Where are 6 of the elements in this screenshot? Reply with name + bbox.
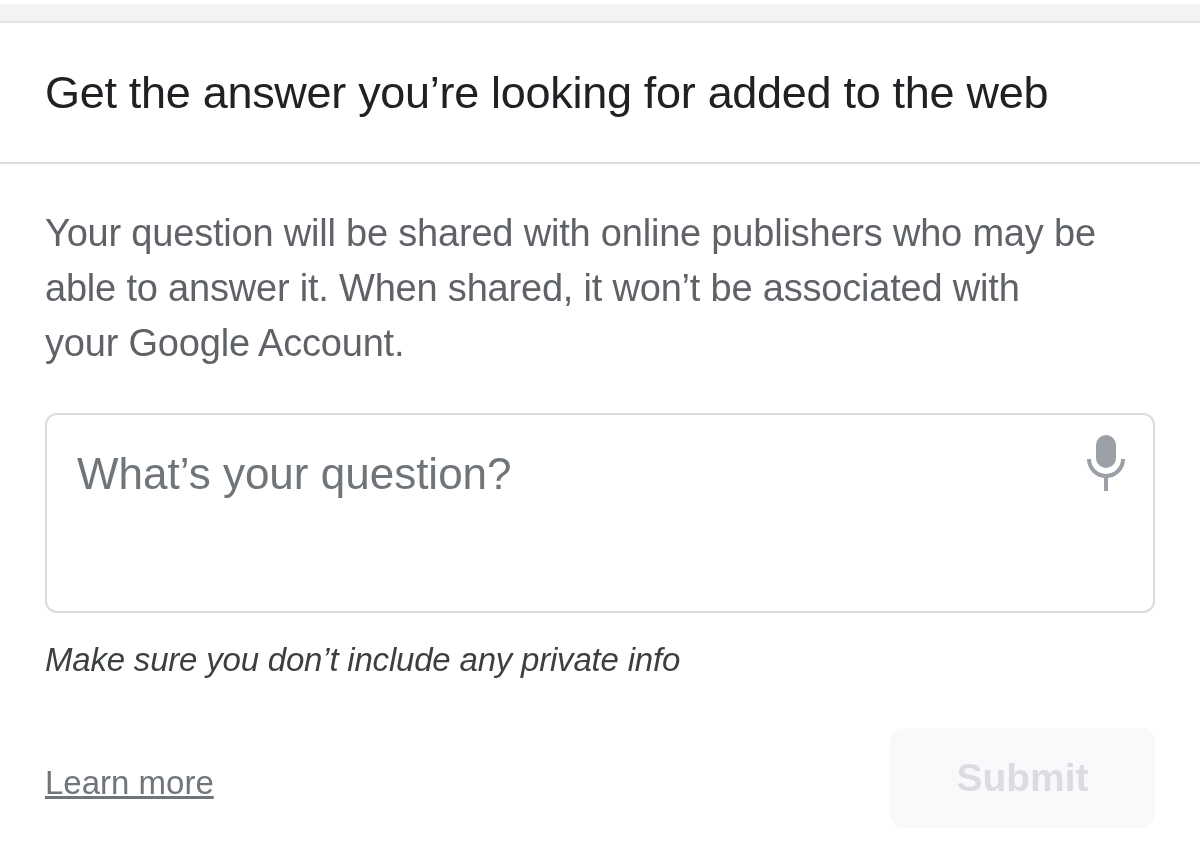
microphone-icon[interactable] bbox=[1087, 435, 1125, 491]
dialog-title: Get the answer you’re looking for added to the web bbox=[45, 65, 1049, 120]
description-text: Your question will be shared with online publishers who may be able to answer it. When shared, it won’t be associated with your Google Account. bbox=[45, 211, 1097, 366]
learn-more-link[interactable]: Learn more bbox=[45, 763, 214, 803]
question-field[interactable]: What’s your question? bbox=[45, 413, 1155, 613]
privacy-hint: Make sure you don’t include any private info bbox=[45, 640, 682, 680]
